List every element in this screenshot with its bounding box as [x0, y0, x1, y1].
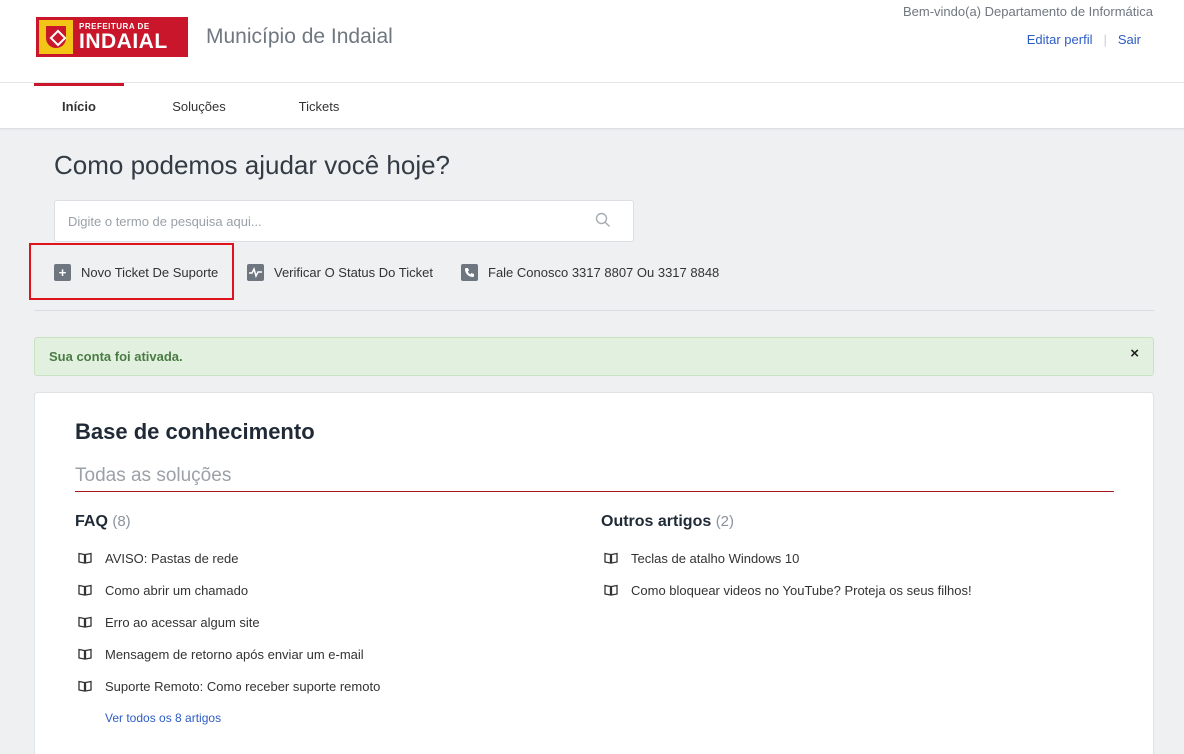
edit-profile-link[interactable]: Editar perfil	[1027, 32, 1093, 47]
article-link[interactable]: Como abrir um chamado	[75, 581, 248, 599]
knowledge-base-card: Base de conhecimento Todas as soluções F…	[34, 392, 1154, 754]
search-box	[54, 200, 634, 242]
faq-heading[interactable]: FAQ (8)	[75, 513, 555, 535]
site-title: Município de Indaial	[206, 25, 393, 48]
contact-button[interactable]: Fale Conosco 3317 8807 Ou 3317 8848	[461, 262, 719, 282]
book-icon	[78, 616, 92, 628]
kb-title: Base de conhecimento	[75, 419, 315, 444]
other-articles-section: Outros artigos (2) Teclas de atalho Wind…	[601, 513, 1101, 598]
view-all-faq-link[interactable]: Ver todos os 8 artigos	[105, 711, 221, 725]
book-icon	[78, 552, 92, 564]
contact-label: Fale Conosco 3317 8807 Ou 3317 8848	[488, 264, 720, 280]
book-icon	[604, 584, 618, 596]
tab-tickets[interactable]: Tickets	[274, 83, 364, 129]
book-icon	[78, 680, 92, 692]
book-icon	[78, 648, 92, 660]
logout-link[interactable]: Sair	[1118, 32, 1141, 47]
coat-of-arms-icon	[39, 20, 73, 54]
user-links: Editar perfil | Sair	[1027, 32, 1141, 47]
tab-inicio[interactable]: Início	[34, 83, 124, 129]
phone-icon	[461, 263, 478, 281]
divider	[34, 310, 1154, 311]
check-status-label: Verificar O Status Do Ticket	[274, 264, 433, 280]
book-icon	[604, 552, 618, 564]
article-link[interactable]: Como bloquear videos no YouTube? Proteja…	[601, 581, 972, 599]
tab-label: Soluções	[172, 98, 226, 114]
hero-title: Como podemos ajudar você hoje?	[54, 150, 451, 180]
article-title: Como bloquear videos no YouTube? Proteja…	[631, 582, 972, 598]
article-title: Suporte Remoto: Como receber suporte rem…	[105, 678, 381, 694]
highlight-box	[29, 243, 234, 300]
faq-title: FAQ	[75, 513, 108, 530]
article-title: Erro ao acessar algum site	[105, 614, 260, 630]
other-articles-count: (2)	[715, 513, 735, 530]
check-status-button[interactable]: Verificar O Status Do Ticket	[247, 262, 433, 282]
article-title: Teclas de atalho Windows 10	[631, 550, 800, 566]
all-solutions-link[interactable]: Todas as soluções	[75, 465, 1114, 492]
header: PREFEITURA DE INDAIAL Município de Indai…	[0, 0, 1184, 83]
article-link[interactable]: Erro ao acessar algum site	[75, 613, 260, 631]
pulse-icon	[247, 263, 264, 281]
faq-section: FAQ (8) AVISO: Pastas de rede Como abrir…	[75, 513, 555, 725]
tab-label: Início	[62, 98, 96, 114]
prefeitura-logo[interactable]: PREFEITURA DE INDAIAL	[36, 17, 188, 57]
article-link[interactable]: AVISO: Pastas de rede	[75, 549, 238, 567]
success-alert: Sua conta foi ativada. ×	[34, 337, 1154, 376]
welcome-message: Bem-vindo(a) Departamento de Informática	[902, 4, 1153, 19]
faq-count: (8)	[112, 513, 131, 530]
link-separator: |	[1103, 32, 1107, 47]
article-link[interactable]: Suporte Remoto: Como receber suporte rem…	[75, 677, 380, 695]
article-link[interactable]: Teclas de atalho Windows 10	[601, 549, 799, 567]
search-input[interactable]	[55, 201, 585, 241]
article-title: Mensagem de retorno após enviar um e-mai…	[105, 646, 364, 662]
tab-solucoes[interactable]: Soluções	[154, 83, 244, 129]
other-articles-heading[interactable]: Outros artigos (2)	[601, 513, 1101, 535]
main-nav: Início Soluções Tickets	[0, 83, 1184, 129]
article-title: Como abrir um chamado	[105, 582, 249, 598]
search-icon[interactable]	[595, 212, 611, 228]
article-title: AVISO: Pastas de rede	[105, 550, 239, 566]
other-articles-title: Outros artigos	[601, 513, 712, 530]
book-icon	[78, 584, 92, 596]
article-link[interactable]: Mensagem de retorno após enviar um e-mai…	[75, 645, 364, 663]
logo-big-text: INDAIAL	[79, 29, 168, 53]
close-icon[interactable]: ×	[1130, 345, 1139, 362]
alert-text: Sua conta foi ativada.	[49, 349, 183, 364]
tab-label: Tickets	[298, 98, 340, 114]
